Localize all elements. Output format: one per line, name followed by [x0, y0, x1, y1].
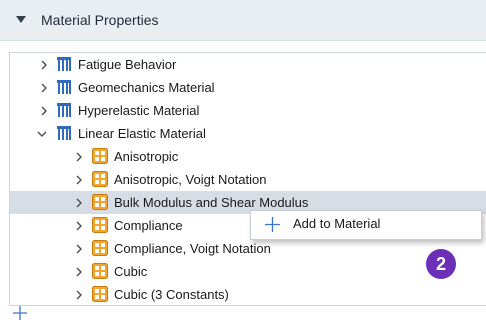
chevron-right-icon[interactable] — [74, 244, 84, 254]
chevron-right-icon[interactable] — [74, 267, 84, 277]
property-group-icon — [92, 171, 108, 187]
property-group-icon — [92, 263, 108, 279]
chevron-right-icon[interactable] — [39, 83, 49, 93]
property-group-icon — [92, 217, 108, 233]
chevron-right-icon[interactable] — [74, 175, 84, 185]
step-badge: 2 — [426, 249, 456, 279]
material-tree: Fatigue Behavior Geomechanics Material H… — [9, 52, 486, 306]
tree-item-hyperelastic-material[interactable]: Hyperelastic Material — [10, 99, 486, 122]
tree-item-label: Bulk Modulus and Shear Modulus — [114, 195, 309, 210]
tree-item-compliance-voigt[interactable]: Compliance, Voigt Notation — [10, 237, 486, 260]
tree-item-label: Compliance, Voigt Notation — [114, 241, 271, 256]
tree-item-fatigue-behavior[interactable]: Fatigue Behavior — [10, 53, 486, 76]
context-menu: Add to Material — [250, 210, 482, 240]
tree-item-cubic[interactable]: Cubic — [10, 260, 486, 283]
property-group-icon — [92, 240, 108, 256]
chevron-right-icon[interactable] — [39, 60, 49, 70]
material-properties-header[interactable]: Material Properties — [0, 0, 486, 41]
chevron-right-icon[interactable] — [74, 152, 84, 162]
chevron-right-icon[interactable] — [74, 221, 84, 231]
add-to-material-menu-item[interactable]: Add to Material — [293, 216, 380, 231]
material-library-icon — [57, 103, 71, 117]
material-library-icon — [57, 80, 71, 94]
tree-item-label: Anisotropic, Voigt Notation — [114, 172, 267, 187]
add-icon[interactable] — [13, 306, 27, 320]
chevron-right-icon[interactable] — [39, 106, 49, 116]
tree-item-label: Compliance — [114, 218, 183, 233]
chevron-right-icon[interactable] — [74, 198, 84, 208]
tree-item-linear-elastic-material[interactable]: Linear Elastic Material — [10, 122, 486, 145]
collapse-caret-icon[interactable] — [15, 14, 27, 26]
tree-item-label: Geomechanics Material — [78, 80, 215, 95]
tree-item-label: Linear Elastic Material — [78, 126, 206, 141]
tree-item-label: Cubic (3 Constants) — [114, 287, 229, 302]
material-library-icon — [57, 57, 71, 71]
tree-item-geomechanics-material[interactable]: Geomechanics Material — [10, 76, 486, 99]
tree-item-anisotropic[interactable]: Anisotropic — [10, 145, 486, 168]
tree-item-label: Hyperelastic Material — [78, 103, 200, 118]
tree-item-cubic-3-constants[interactable]: Cubic (3 Constants) — [10, 283, 486, 306]
property-group-icon — [92, 286, 108, 302]
plus-icon — [265, 217, 280, 232]
property-group-icon — [92, 194, 108, 210]
tree-item-label: Fatigue Behavior — [78, 57, 177, 72]
tree-item-anisotropic-voigt[interactable]: Anisotropic, Voigt Notation — [10, 168, 486, 191]
property-group-icon — [92, 148, 108, 164]
tree-item-label: Cubic — [114, 264, 148, 279]
tree-item-label: Anisotropic — [114, 149, 179, 164]
material-library-icon — [57, 126, 71, 140]
chevron-down-icon[interactable] — [37, 129, 47, 139]
section-title: Material Properties — [41, 12, 159, 28]
chevron-right-icon[interactable] — [74, 290, 84, 300]
